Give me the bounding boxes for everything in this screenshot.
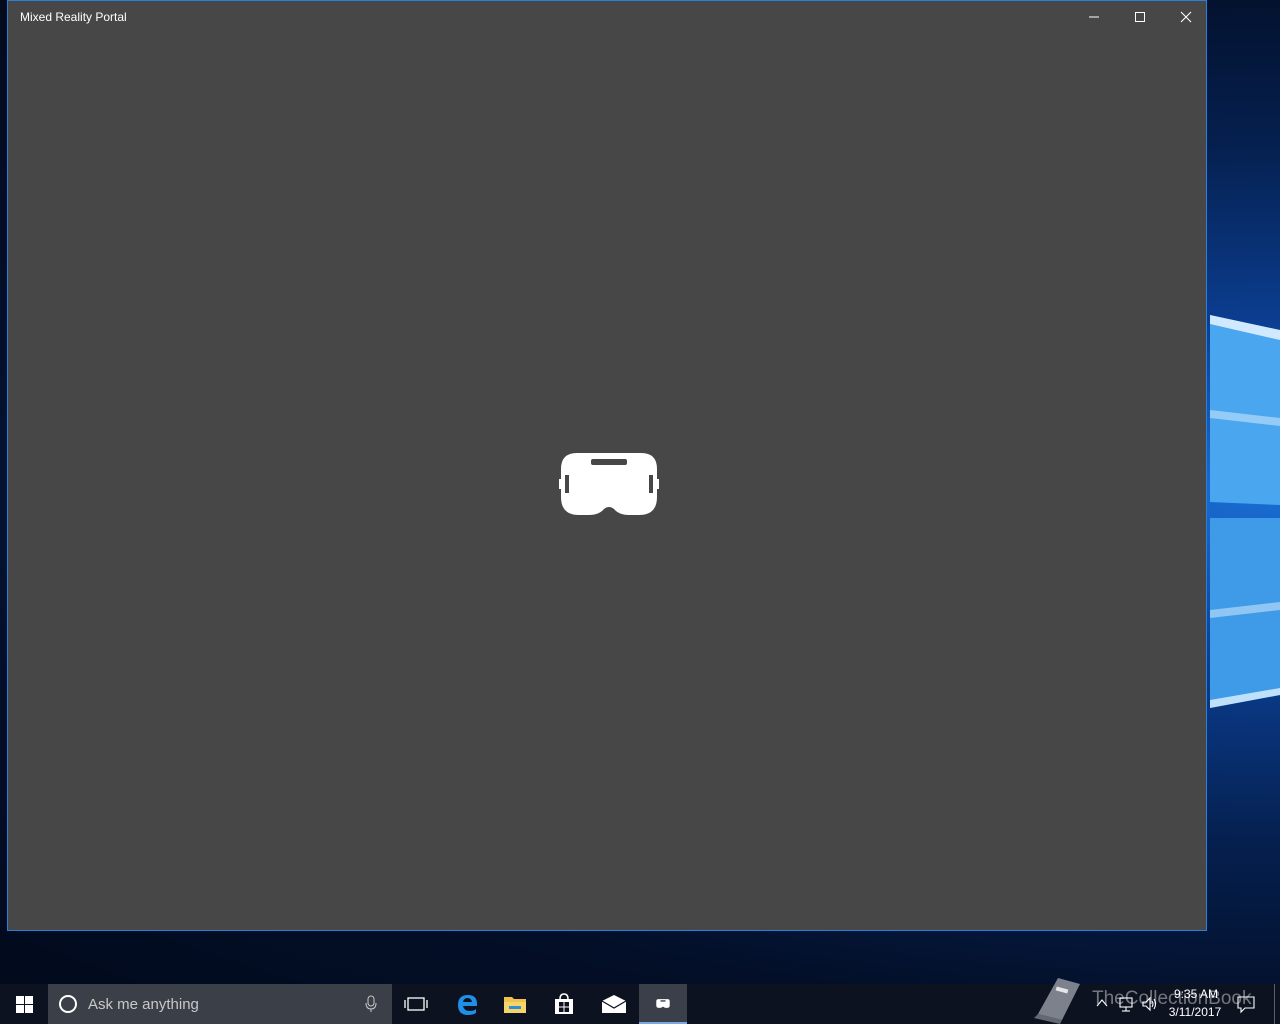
volume-icon[interactable] xyxy=(1141,995,1159,1013)
taskbar-mail[interactable] xyxy=(590,984,638,1024)
taskbar-mixed-reality-portal[interactable] xyxy=(639,984,687,1024)
windows-logo-icon xyxy=(15,995,33,1013)
chevron-up-icon[interactable] xyxy=(1096,997,1108,1009)
maximize-icon xyxy=(1135,11,1145,22)
windows-logo-wallpaper xyxy=(1210,315,1280,708)
taskbar-store[interactable] xyxy=(540,984,588,1024)
minimize-button[interactable] xyxy=(1071,1,1117,32)
store-bag-icon xyxy=(555,993,573,1014)
minimize-icon xyxy=(1089,16,1099,17)
task-view-button[interactable] xyxy=(392,984,440,1024)
search-box[interactable]: Ask me anything xyxy=(48,984,392,1024)
close-icon xyxy=(1180,11,1192,22)
show-desktop-button[interactable] xyxy=(1274,984,1275,1024)
start-button[interactable] xyxy=(0,984,48,1024)
taskbar: Ask me anything TheCollectionBook 9:35 A… xyxy=(0,978,1280,1024)
close-button[interactable] xyxy=(1163,1,1209,32)
window-title: Mixed Reality Portal xyxy=(20,10,127,24)
folder-icon xyxy=(504,997,526,1013)
microphone-icon[interactable] xyxy=(364,995,378,1013)
cortana-circle-icon xyxy=(59,995,77,1013)
clock-date[interactable]: 3/11/2017 xyxy=(1160,1005,1230,1019)
search-placeholder: Ask me anything xyxy=(88,996,199,1013)
maximize-button[interactable] xyxy=(1117,1,1163,32)
mail-icon xyxy=(601,995,627,1013)
book-logo-watermark xyxy=(1034,978,1080,1024)
taskbar-edge[interactable] xyxy=(443,984,491,1024)
task-view-icon xyxy=(404,997,428,1011)
network-icon[interactable] xyxy=(1118,995,1136,1013)
clock-time[interactable]: 9:35 AM xyxy=(1168,987,1224,1001)
action-center-icon[interactable] xyxy=(1236,994,1256,1014)
app-window: Mixed Reality Portal xyxy=(7,0,1207,931)
taskbar-file-explorer[interactable] xyxy=(491,984,539,1024)
edge-icon xyxy=(458,995,477,1015)
vr-headset-icon xyxy=(656,998,670,1008)
vr-headset-icon xyxy=(559,453,659,515)
titlebar[interactable]: Mixed Reality Portal xyxy=(8,1,1206,32)
